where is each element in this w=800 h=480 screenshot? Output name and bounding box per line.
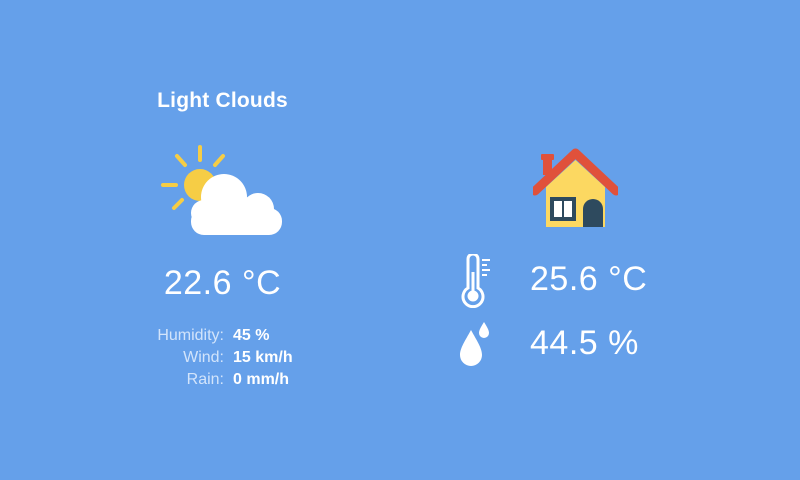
rain-row: Rain: 0 mm/h [100,369,345,391]
indoor-temperature-value: 25.6 °C [530,260,648,298]
outdoor-temperature: 22.6 °C [163,264,282,302]
sun-behind-cloud-icon [161,145,282,235]
wind-value: 15 km/h [233,349,293,366]
indoor-humidity-row: 44.5 % [440,316,740,376]
humidity-value: 45 % [233,327,270,344]
indoor-humidity-value: 44.5 % [530,324,639,362]
humidity-label: Humidity: [157,327,224,344]
rain-label: Rain: [186,371,224,388]
weather-details: Humidity: 45 % Wind: 15 km/h Rain: 0 mm/… [100,325,345,391]
wind-row: Wind: 15 km/h [100,347,345,369]
rain-value: 0 mm/h [233,371,290,388]
wind-label: Wind: [183,349,224,366]
weather-condition: Light Clouds [157,89,288,112]
thermometer-icon [461,254,490,308]
water-drops-icon [460,322,489,366]
indoor-climate-panel: 25.6 °C 44.5 % [440,0,740,480]
house-icon [533,148,618,227]
outdoor-weather-panel: Light Clouds 22.6 °C Humidity: 45 % Wind… [100,0,345,480]
humidity-row: Humidity: 45 % [100,325,345,347]
indoor-temperature-row: 25.6 °C [440,252,740,312]
